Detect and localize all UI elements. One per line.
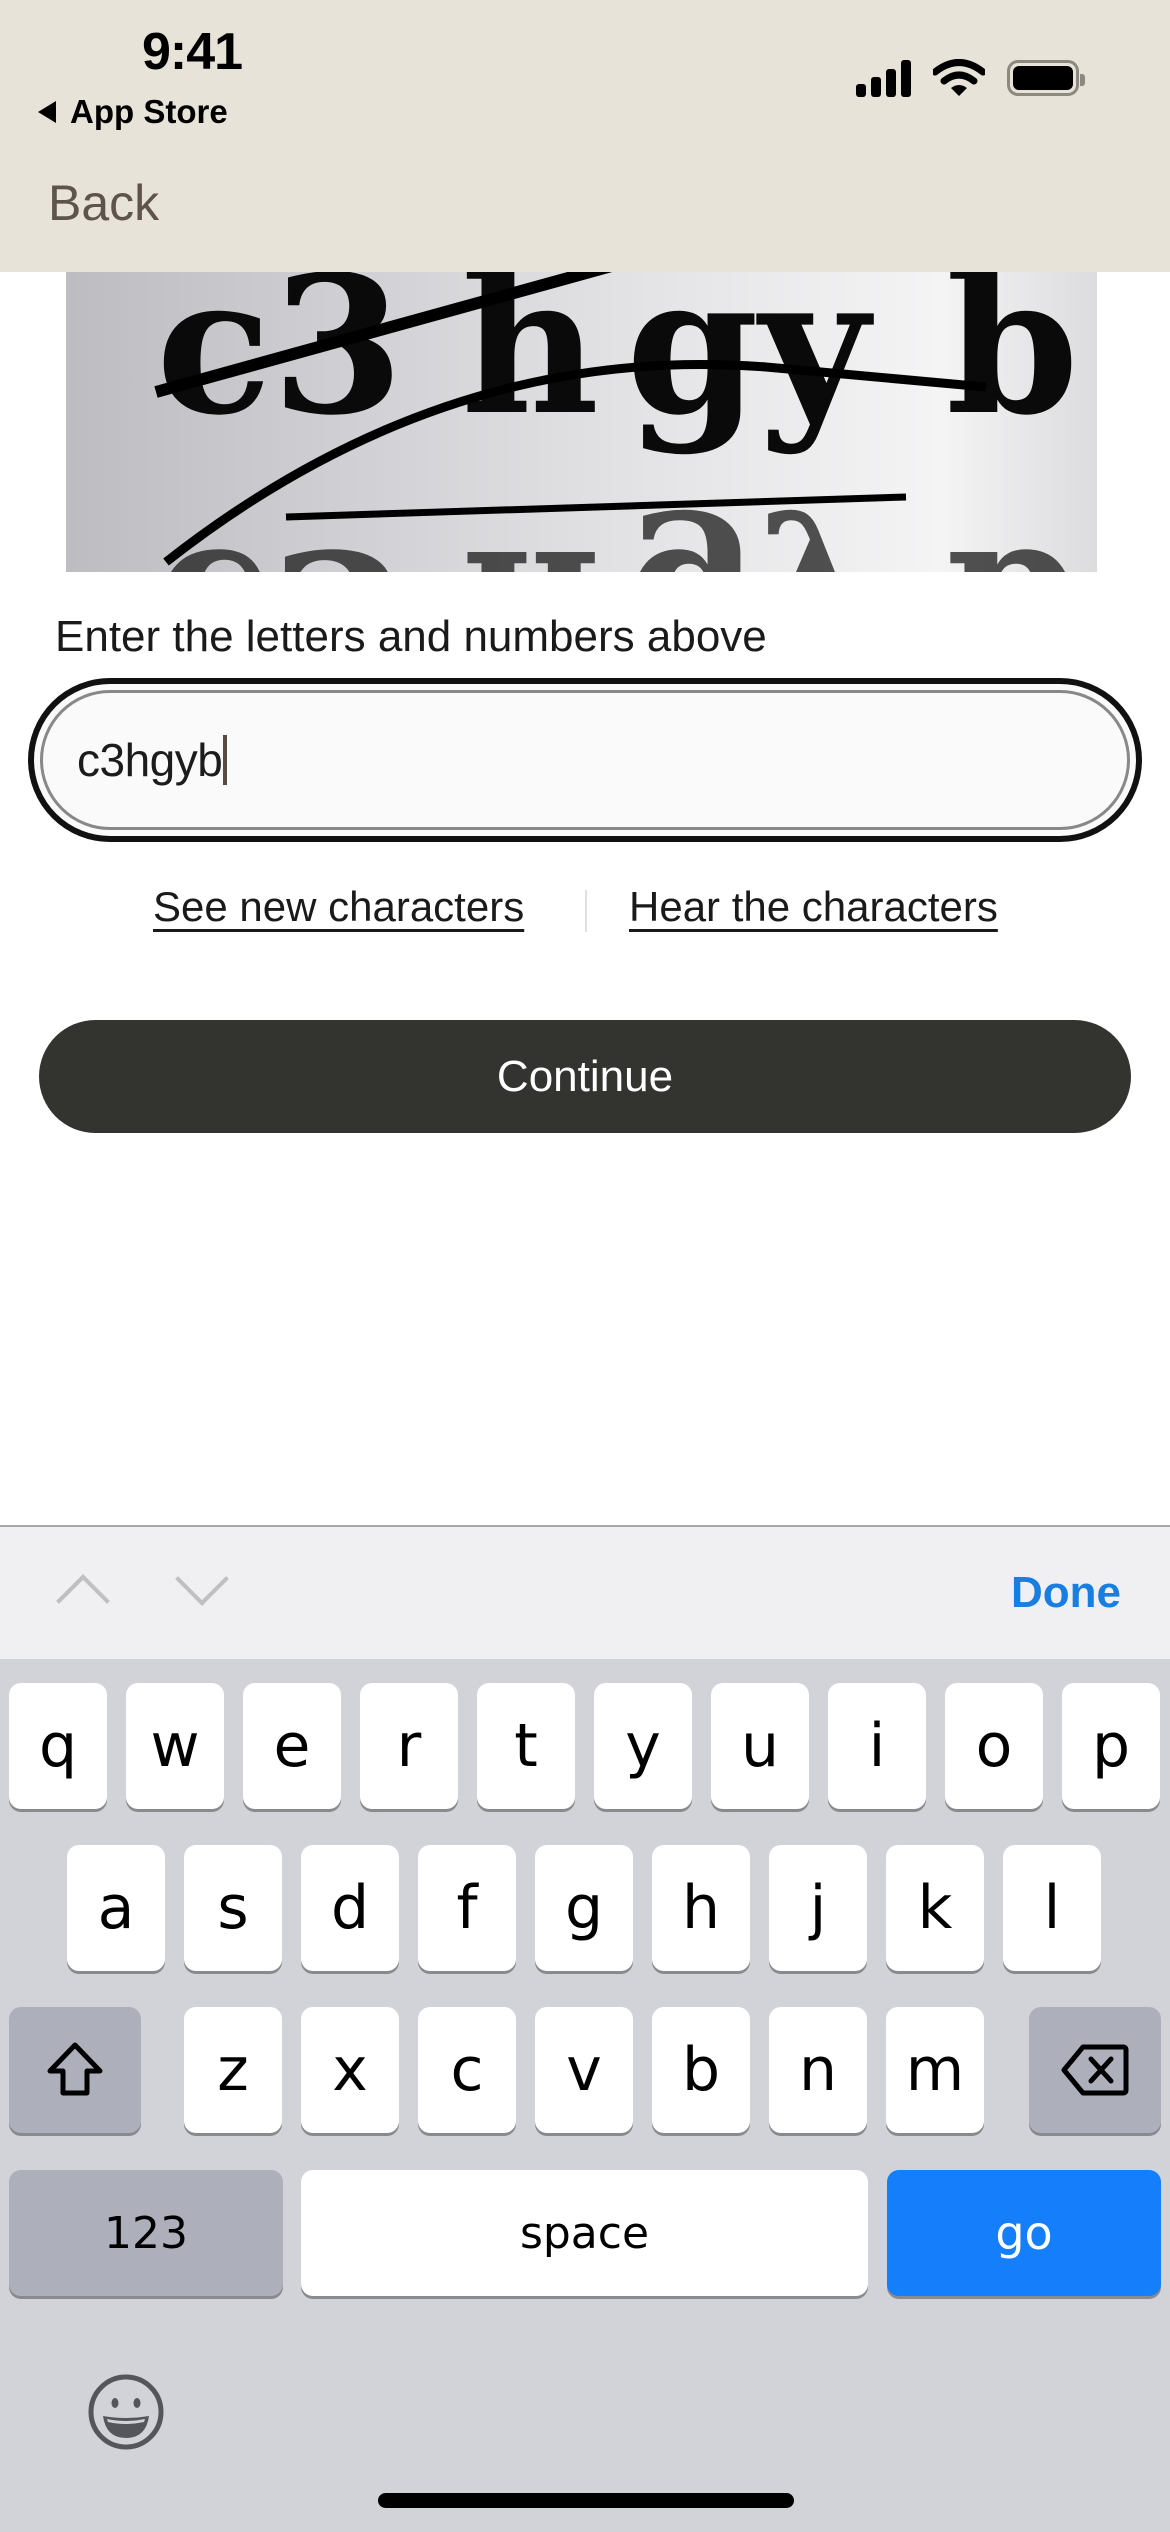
key-f[interactable]: f xyxy=(418,1845,516,1971)
key-e-label: e xyxy=(273,1711,311,1781)
key-j-label: j xyxy=(809,1873,827,1943)
captcha-char: b xyxy=(946,272,1079,457)
captcha-char: c3 xyxy=(156,272,404,457)
back-button[interactable]: Back xyxy=(48,174,159,232)
cellular-signal-icon xyxy=(856,59,911,97)
key-z[interactable]: z xyxy=(184,2007,282,2133)
key-p[interactable]: p xyxy=(1062,1683,1160,1809)
done-button[interactable]: Done xyxy=(1011,1568,1121,1618)
key-p-label: p xyxy=(1091,1711,1131,1781)
status-icons xyxy=(856,56,1085,100)
backspace-key[interactable] xyxy=(1029,2007,1161,2133)
captcha-instruction-label: Enter the letters and numbers above xyxy=(55,612,767,661)
key-k[interactable]: k xyxy=(886,1845,984,1971)
wifi-icon xyxy=(933,59,985,96)
key-w[interactable]: w xyxy=(126,1683,224,1809)
captcha-glyphs: c3 h gy b c3 h gy b xyxy=(154,272,1079,572)
key-b[interactable]: b xyxy=(652,2007,750,2133)
key-l[interactable]: l xyxy=(1003,1845,1101,1971)
svg-text:b: b xyxy=(946,507,1079,572)
key-n-label: n xyxy=(798,2035,838,2105)
key-l-label: l xyxy=(1043,1873,1061,1943)
captcha-image: c3 h gy b c3 h gy b xyxy=(66,272,1097,572)
key-a-label: a xyxy=(97,1873,135,1943)
home-indicator[interactable] xyxy=(378,2493,794,2508)
key-i-label: i xyxy=(868,1711,886,1781)
key-k-label: k xyxy=(917,1873,953,1943)
key-t-label: t xyxy=(514,1711,538,1781)
key-a[interactable]: a xyxy=(67,1845,165,1971)
key-u[interactable]: u xyxy=(711,1683,809,1809)
see-new-characters-link[interactable]: See new characters xyxy=(153,883,524,931)
key-d-label: d xyxy=(330,1873,370,1943)
svg-text:gy: gy xyxy=(626,507,874,572)
key-s[interactable]: s xyxy=(184,1845,282,1971)
key-j[interactable]: j xyxy=(769,1845,867,1971)
key-b-label: b xyxy=(681,2035,721,2105)
key-n[interactable]: n xyxy=(769,2007,867,2133)
continue-button[interactable]: Continue xyxy=(39,1020,1131,1133)
back-triangle-icon xyxy=(38,101,56,123)
space-key[interactable]: space xyxy=(301,2170,868,2296)
key-m-label: m xyxy=(905,2035,965,2105)
key-y[interactable]: y xyxy=(594,1683,692,1809)
space-key-label: space xyxy=(519,2207,650,2259)
key-v[interactable]: v xyxy=(535,2007,633,2133)
keyboard-accessory-bar xyxy=(0,1525,1170,1659)
key-e[interactable]: e xyxy=(243,1683,341,1809)
link-divider xyxy=(585,890,587,932)
key-q-label: q xyxy=(38,1711,78,1781)
key-q[interactable]: q xyxy=(9,1683,107,1809)
key-z-label: z xyxy=(217,2035,249,2105)
shift-icon xyxy=(47,2042,103,2096)
key-c[interactable]: c xyxy=(418,2007,516,2133)
key-x-label: x xyxy=(332,2035,368,2105)
captcha-input[interactable]: c3hgyb xyxy=(40,690,1130,830)
key-i[interactable]: i xyxy=(828,1683,926,1809)
numbers-key-label: 123 xyxy=(104,2207,188,2259)
battery-icon xyxy=(1007,60,1085,96)
back-to-app-store-button[interactable]: App Store xyxy=(38,90,228,134)
key-h[interactable]: h xyxy=(652,1845,750,1971)
backspace-icon xyxy=(1061,2044,1129,2096)
emoji-icon[interactable] xyxy=(86,2372,166,2452)
go-key[interactable]: go xyxy=(887,2170,1161,2296)
key-s-label: s xyxy=(217,1873,249,1943)
key-c-label: c xyxy=(450,2035,484,2105)
key-g[interactable]: g xyxy=(535,1845,633,1971)
hear-characters-link[interactable]: Hear the characters xyxy=(629,883,998,931)
go-key-label: go xyxy=(995,2206,1053,2260)
key-y-label: y xyxy=(625,1711,661,1781)
svg-text:h: h xyxy=(461,507,599,572)
key-o-label: o xyxy=(975,1711,1013,1781)
key-v-label: v xyxy=(566,2035,602,2105)
captcha-input-value: c3hgyb xyxy=(77,734,223,786)
key-f-label: f xyxy=(456,1873,478,1943)
text-caret xyxy=(223,735,228,785)
continue-label: Continue xyxy=(496,1051,674,1101)
back-app-label: App Store xyxy=(70,93,228,130)
key-m[interactable]: m xyxy=(886,2007,984,2133)
key-u-label: u xyxy=(740,1711,780,1781)
key-h-label: h xyxy=(681,1873,721,1943)
key-x[interactable]: x xyxy=(301,2007,399,2133)
shift-key[interactable] xyxy=(9,2007,141,2133)
key-t[interactable]: t xyxy=(477,1683,575,1809)
key-d[interactable]: d xyxy=(301,1845,399,1971)
status-time: 9:41 xyxy=(141,23,243,81)
key-o[interactable]: o xyxy=(945,1683,1043,1809)
key-w-label: w xyxy=(150,1711,200,1781)
key-g-label: g xyxy=(564,1873,604,1943)
key-r-label: r xyxy=(396,1711,422,1781)
numbers-key[interactable]: 123 xyxy=(9,2170,283,2296)
key-r[interactable]: r xyxy=(360,1683,458,1809)
